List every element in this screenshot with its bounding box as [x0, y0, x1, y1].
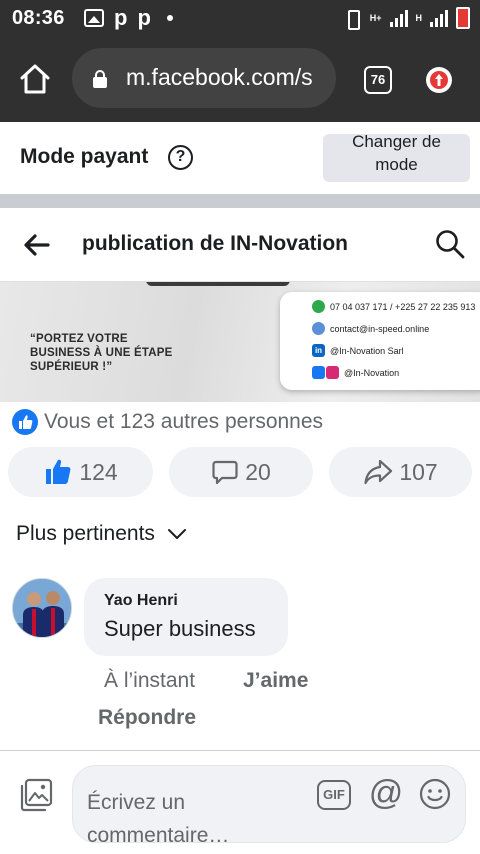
p-app-icon: p: [137, 5, 151, 30]
arrow-left-icon: [24, 234, 50, 256]
like-button[interactable]: 124: [8, 447, 153, 497]
comment-reply-button[interactable]: Répondre: [98, 706, 196, 730]
comment-icon: [212, 460, 238, 485]
address-bar[interactable]: m.facebook.com/s: [72, 48, 336, 108]
contact-social-row: @In-Novation: [312, 366, 399, 379]
like-reaction-icon: [12, 409, 38, 435]
avatar[interactable]: [12, 578, 72, 638]
reactions-summary[interactable]: Vous et 123 autres personnes: [12, 408, 323, 436]
browser-toolbar: m.facebook.com/s 76: [0, 36, 480, 122]
comment-like-button[interactable]: J’aime: [243, 669, 308, 693]
comment-text: Super business: [104, 616, 256, 641]
dot-icon: [166, 15, 173, 21]
mail-icon: [312, 322, 325, 335]
search-button[interactable]: [434, 228, 466, 260]
slogan-line: SUPÉRIEUR !”: [30, 361, 113, 373]
slogan-line: “PORTEZ VOTRE: [30, 333, 128, 345]
vibrate-icon: [342, 8, 362, 30]
page-title: publication de IN-Novation: [82, 232, 348, 255]
photo-icon: [20, 778, 53, 812]
linkedin-icon: in: [312, 344, 325, 357]
comment-placeholder: Écrivez un commentaire…: [87, 786, 237, 852]
change-mode-label-line2: mode: [375, 155, 418, 174]
contact-social: @In-Novation: [344, 367, 400, 378]
facebook-icon: [312, 366, 325, 379]
home-icon: [20, 64, 50, 94]
comment-composer: Écrivez un commentaire… GIF @: [0, 750, 480, 854]
upgrade-icon: [435, 74, 443, 86]
p-app-icon: p: [114, 5, 128, 30]
battery-icon: [456, 7, 470, 29]
share-icon: [364, 459, 393, 485]
sort-label: Plus pertinents: [16, 522, 155, 545]
comment-count: 20: [245, 458, 271, 485]
change-mode-button[interactable]: Changer de mode: [323, 132, 470, 182]
comment-author[interactable]: Yao Henri: [104, 592, 178, 610]
placeholder-line: Écrivez un: [87, 791, 186, 814]
network-type-label: H+: [369, 12, 382, 23]
contact-email: contact@in-speed.online: [330, 323, 430, 334]
share-count: 107: [399, 458, 438, 485]
instagram-icon: [326, 366, 339, 379]
status-icons-left: p p: [84, 7, 173, 29]
emoji-button[interactable]: [419, 778, 451, 810]
contact-phone: 07 04 037 171 / +225 27 22 235 913: [330, 301, 476, 312]
tab-switcher-button[interactable]: 76: [364, 66, 392, 94]
contact-card: 07 04 037 171 / +225 27 22 235 913 conta…: [280, 292, 480, 390]
contact-linkedin-row: in @In-Novation Sarl: [312, 344, 404, 357]
page-header: publication de IN-Novation: [0, 208, 480, 282]
post-slogan: “PORTEZ VOTRE BUSINESS À UNE ÉTAPE SUPÉR…: [30, 332, 172, 374]
signal-icon: [430, 9, 448, 27]
network-type-label: H: [415, 12, 423, 23]
gif-button[interactable]: GIF: [317, 780, 351, 810]
search-icon: [436, 230, 465, 259]
comment-timestamp: À l’instant: [104, 669, 196, 692]
emoji-icon: [419, 778, 451, 810]
post-image[interactable]: “PORTEZ VOTRE BUSINESS À UNE ÉTAPE SUPÉR…: [0, 282, 480, 402]
like-count: 124: [79, 458, 118, 485]
section-divider: [0, 194, 480, 208]
share-button[interactable]: 107: [329, 447, 472, 497]
avatar-photo: [13, 579, 71, 637]
mention-button[interactable]: @: [367, 774, 405, 812]
thumbs-up-icon: [46, 459, 71, 484]
signal-icon: [389, 9, 408, 27]
whatsapp-icon: [312, 300, 325, 313]
contact-linkedin: @In-Novation Sarl: [330, 345, 404, 356]
mode-title: Mode payant: [20, 145, 149, 168]
status-icons-right: H+ H: [342, 7, 470, 30]
placeholder-line: commentaire…: [87, 824, 230, 847]
contact-email-row: contact@in-speed.online: [312, 322, 429, 335]
status-bar: 08:36 p p H+ H: [0, 0, 480, 36]
status-time: 08:36: [12, 7, 65, 29]
slogan-line: BUSINESS À UNE ÉTAPE: [30, 347, 173, 359]
mode-banner: Mode payant ? Changer de mode: [0, 122, 480, 194]
chevron-down-icon: [167, 529, 186, 539]
help-icon[interactable]: ?: [168, 145, 193, 170]
comment-sort-dropdown[interactable]: Plus pertinents: [16, 522, 187, 546]
comment-input[interactable]: Écrivez un commentaire… GIF @: [72, 765, 466, 847]
url-text: m.facebook.com/s: [126, 64, 313, 90]
image-icon: [84, 9, 104, 27]
add-photo-button[interactable]: [18, 777, 54, 813]
upgrade-button[interactable]: [426, 67, 452, 93]
reactions-text: Vous et 123 autres personnes: [44, 410, 324, 433]
lock-icon: [93, 70, 107, 88]
comment-button[interactable]: 20: [169, 447, 313, 497]
image-decoration: [146, 282, 290, 286]
contact-phone-row: 07 04 037 171 / +225 27 22 235 913: [312, 300, 475, 313]
comment-bubble[interactable]: Yao Henri Super business: [84, 578, 288, 656]
home-button[interactable]: [18, 62, 52, 96]
back-button[interactable]: [22, 230, 52, 260]
